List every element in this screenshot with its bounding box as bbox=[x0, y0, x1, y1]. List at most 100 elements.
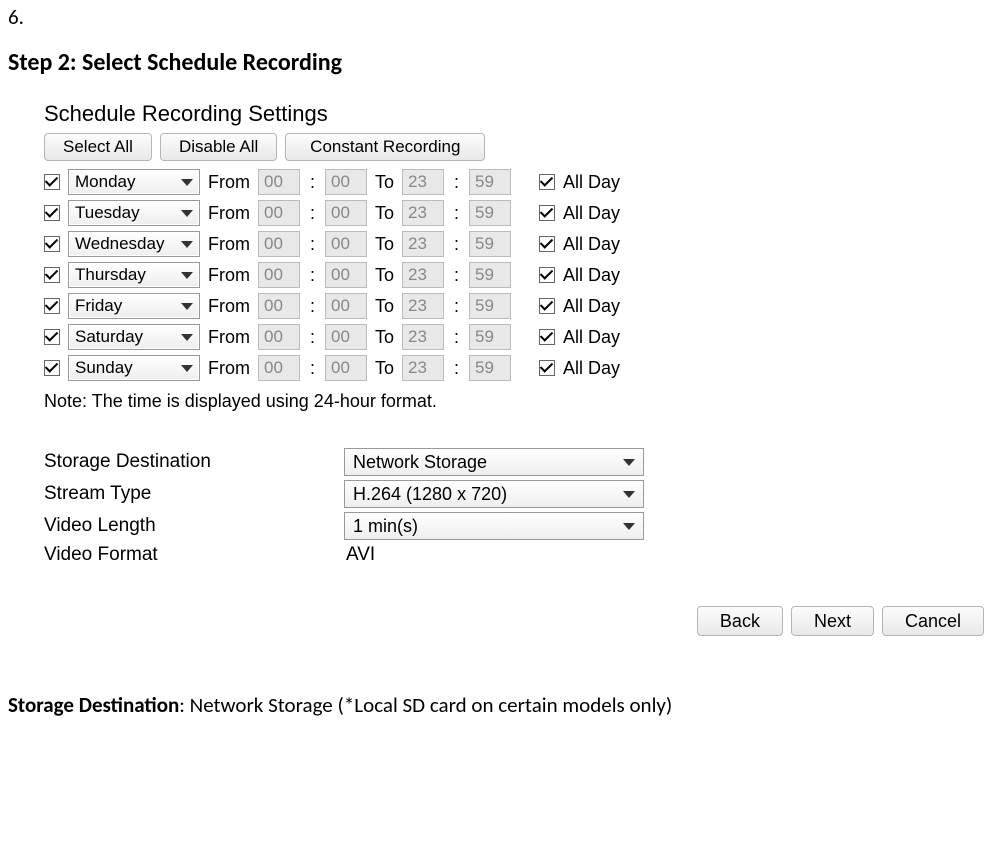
to-min-input[interactable]: 59 bbox=[469, 231, 511, 257]
to-min-input[interactable]: 59 bbox=[469, 293, 511, 319]
from-min-input[interactable]: 00 bbox=[325, 324, 367, 350]
schedule-row: Tuesday From 00 : 00 To 23 : 59 All Day bbox=[44, 200, 814, 226]
from-min-input[interactable]: 00 bbox=[325, 293, 367, 319]
time-colon: : bbox=[310, 265, 315, 286]
back-button[interactable]: Back bbox=[697, 606, 783, 636]
to-min-input[interactable]: 59 bbox=[469, 324, 511, 350]
from-hour-input[interactable]: 00 bbox=[258, 200, 300, 226]
schedule-row: Thursday From 00 : 00 To 23 : 59 All Day bbox=[44, 262, 814, 288]
stream-type-select[interactable]: H.264 (1280 x 720) bbox=[344, 480, 644, 508]
schedule-panel: Schedule Recording Settings Select All D… bbox=[44, 101, 814, 566]
storage-destination-select[interactable]: Network Storage bbox=[344, 448, 644, 476]
time-format-note: Note: The time is displayed using 24-hou… bbox=[44, 391, 814, 412]
schedule-row: Saturday From 00 : 00 To 23 : 59 All Day bbox=[44, 324, 814, 350]
schedule-row: Sunday From 00 : 00 To 23 : 59 All Day bbox=[44, 355, 814, 381]
video-length-value: 1 min(s) bbox=[353, 516, 418, 537]
time-colon: : bbox=[454, 203, 459, 224]
time-colon: : bbox=[454, 234, 459, 255]
day-select[interactable]: Thursday bbox=[68, 262, 200, 288]
select-all-button[interactable]: Select All bbox=[44, 133, 152, 161]
time-colon: : bbox=[310, 203, 315, 224]
to-hour-input[interactable]: 23 bbox=[402, 231, 444, 257]
from-min-input[interactable]: 00 bbox=[325, 262, 367, 288]
video-length-select[interactable]: 1 min(s) bbox=[344, 512, 644, 540]
day-enable-checkbox[interactable] bbox=[44, 174, 60, 190]
from-hour-input[interactable]: 00 bbox=[258, 169, 300, 195]
step-heading: Step 2: Select Schedule Recording bbox=[8, 48, 980, 77]
schedule-row: Monday From 00 : 00 To 23 : 59 All Day bbox=[44, 169, 814, 195]
constant-recording-button[interactable]: Constant Recording bbox=[285, 133, 485, 161]
allday-checkbox[interactable] bbox=[539, 329, 555, 345]
day-select-value: Monday bbox=[75, 172, 135, 192]
day-enable-checkbox[interactable] bbox=[44, 329, 60, 345]
allday-label: All Day bbox=[563, 327, 620, 348]
allday-label: All Day bbox=[563, 296, 620, 317]
storage-destination-label: Storage Destination bbox=[44, 451, 344, 473]
to-hour-input[interactable]: 23 bbox=[402, 200, 444, 226]
allday-checkbox[interactable] bbox=[539, 267, 555, 283]
from-label: From bbox=[208, 234, 250, 255]
from-min-input[interactable]: 00 bbox=[325, 355, 367, 381]
allday-checkbox[interactable] bbox=[539, 360, 555, 376]
to-hour-input[interactable]: 23 bbox=[402, 169, 444, 195]
to-hour-input[interactable]: 23 bbox=[402, 355, 444, 381]
to-min-input[interactable]: 59 bbox=[469, 262, 511, 288]
allday-label: All Day bbox=[563, 203, 620, 224]
disable-all-button[interactable]: Disable All bbox=[160, 133, 277, 161]
time-colon: : bbox=[454, 327, 459, 348]
from-min-input[interactable]: 00 bbox=[325, 231, 367, 257]
to-hour-input[interactable]: 23 bbox=[402, 262, 444, 288]
allday-checkbox[interactable] bbox=[539, 236, 555, 252]
allday-checkbox[interactable] bbox=[539, 205, 555, 221]
to-label: To bbox=[375, 327, 394, 348]
next-button[interactable]: Next bbox=[791, 606, 874, 636]
day-select[interactable]: Wednesday bbox=[68, 231, 200, 257]
to-min-input[interactable]: 59 bbox=[469, 355, 511, 381]
from-hour-input[interactable]: 00 bbox=[258, 355, 300, 381]
from-hour-input[interactable]: 00 bbox=[258, 324, 300, 350]
time-colon: : bbox=[454, 172, 459, 193]
from-hour-input[interactable]: 00 bbox=[258, 231, 300, 257]
time-colon: : bbox=[310, 296, 315, 317]
from-min-input[interactable]: 00 bbox=[325, 200, 367, 226]
stream-type-value: H.264 (1280 x 720) bbox=[353, 484, 507, 505]
day-enable-checkbox[interactable] bbox=[44, 298, 60, 314]
section-number: 6. bbox=[8, 4, 980, 30]
chevron-down-icon bbox=[623, 491, 635, 498]
chevron-down-icon bbox=[181, 272, 193, 279]
day-enable-checkbox[interactable] bbox=[44, 360, 60, 376]
allday-label: All Day bbox=[563, 265, 620, 286]
to-min-input[interactable]: 59 bbox=[469, 169, 511, 195]
day-select-value: Saturday bbox=[75, 327, 143, 347]
to-min-input[interactable]: 59 bbox=[469, 200, 511, 226]
day-select-value: Friday bbox=[75, 296, 122, 316]
day-select[interactable]: Saturday bbox=[68, 324, 200, 350]
day-select[interactable]: Sunday bbox=[68, 355, 200, 381]
to-label: To bbox=[375, 358, 394, 379]
day-enable-checkbox[interactable] bbox=[44, 267, 60, 283]
day-select[interactable]: Tuesday bbox=[68, 200, 200, 226]
to-label: To bbox=[375, 265, 394, 286]
day-select[interactable]: Monday bbox=[68, 169, 200, 195]
to-hour-input[interactable]: 23 bbox=[402, 324, 444, 350]
time-colon: : bbox=[310, 358, 315, 379]
to-hour-input[interactable]: 23 bbox=[402, 293, 444, 319]
chevron-down-icon bbox=[181, 179, 193, 186]
from-label: From bbox=[208, 172, 250, 193]
from-label: From bbox=[208, 265, 250, 286]
settings-section: Storage Destination Network Storage Stre… bbox=[44, 448, 814, 566]
from-hour-input[interactable]: 00 bbox=[258, 293, 300, 319]
time-colon: : bbox=[454, 358, 459, 379]
from-min-input[interactable]: 00 bbox=[325, 169, 367, 195]
allday-checkbox[interactable] bbox=[539, 298, 555, 314]
day-select[interactable]: Friday bbox=[68, 293, 200, 319]
video-format-label: Video Format bbox=[44, 544, 344, 566]
chevron-down-icon bbox=[181, 303, 193, 310]
from-hour-input[interactable]: 00 bbox=[258, 262, 300, 288]
day-enable-checkbox[interactable] bbox=[44, 205, 60, 221]
day-enable-checkbox[interactable] bbox=[44, 236, 60, 252]
cancel-button[interactable]: Cancel bbox=[882, 606, 984, 636]
allday-checkbox[interactable] bbox=[539, 174, 555, 190]
to-label: To bbox=[375, 172, 394, 193]
day-select-value: Tuesday bbox=[75, 203, 140, 223]
